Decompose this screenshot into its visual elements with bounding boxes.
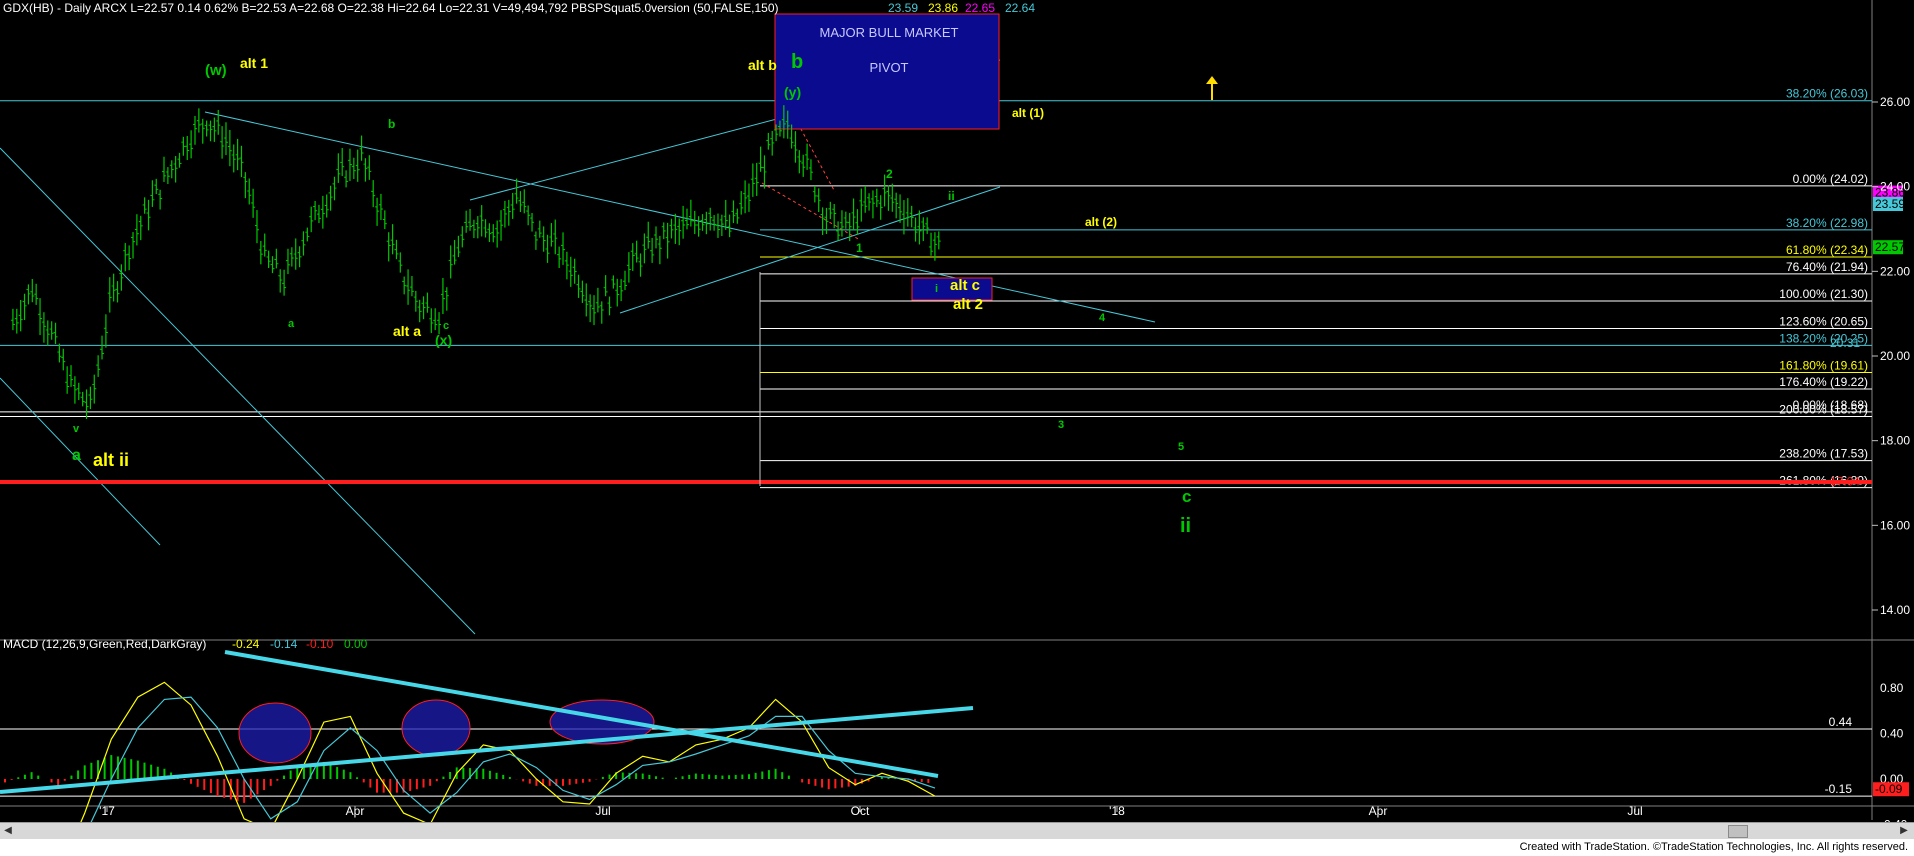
price-tick-label: 20.00 <box>1880 349 1910 363</box>
wave-label: a <box>288 318 295 330</box>
wave-label: b <box>791 51 803 73</box>
wave-label: 1 <box>856 241 863 255</box>
macd-legend-4: 0.00 <box>344 637 368 651</box>
wave-label: alt 1 <box>240 55 268 71</box>
macd-ellipse-2 <box>401 699 471 757</box>
date-tick-label: Jul <box>595 804 610 818</box>
date-tick-label: '17 <box>99 804 115 818</box>
wave-label: 3 <box>1058 419 1064 431</box>
wave-label: (w) <box>205 62 227 79</box>
box-label-pivot: PIVOT <box>869 60 908 75</box>
price-tick-label: 18.00 <box>1880 434 1910 448</box>
chart-header: GDX(HB) - Daily ARCX L=22.57 0.14 0.62% … <box>3 1 779 15</box>
wave-label: 5 <box>1178 441 1184 453</box>
wave-label: alt a <box>393 323 421 339</box>
price-tick-label: 14.00 <box>1880 603 1910 617</box>
fib-level-label: 238.20% (17.53) <box>1779 447 1868 461</box>
svg-text:23.59: 23.59 <box>1875 197 1905 211</box>
svg-text:17.04: 17.04 <box>1830 474 1860 488</box>
header-value-3: 22.65 <box>965 1 995 15</box>
price-tick-label: 26.00 <box>1880 95 1910 109</box>
macd-legend-2: -0.14 <box>270 637 298 651</box>
fib-level-label: 76.40% (21.94) <box>1786 260 1868 274</box>
date-tick-label: '18 <box>1109 804 1125 818</box>
fib-level-label: 123.60% (20.65) <box>1779 314 1868 328</box>
header-value-4: 22.64 <box>1005 1 1035 15</box>
wave-label: alt b <box>748 57 777 73</box>
wave-label: alt ii <box>93 450 129 470</box>
price-tag: 17.04 <box>1830 474 1860 488</box>
wave-label: ii <box>1180 515 1191 537</box>
fib-level-label: 38.20% (22.98) <box>1786 216 1868 230</box>
macd-level-label: 0.44 <box>1829 715 1853 729</box>
fib-level-label: 176.40% (19.22) <box>1779 375 1868 389</box>
header-value-1: 23.59 <box>888 1 918 15</box>
fib-level-label: 161.80% (19.61) <box>1779 359 1868 373</box>
horizontal-scrollbar[interactable]: ◀ ▶ <box>0 822 1914 840</box>
price-tag: 20.31 <box>1830 336 1860 350</box>
wave-label: alt c <box>950 277 980 294</box>
price-tick-label: 22.00 <box>1880 264 1910 278</box>
price-axis: 26.00 24.00 22.00 20.00 18.00 16.00 14.00 <box>1872 95 1910 617</box>
price-tick-label: 24.00 <box>1880 180 1910 194</box>
gdx-daily-chart: 38.20% (26.03) 0.00% (24.02) 38.20% (22.98… <box>0 0 1914 856</box>
date-tick-label: Jul <box>1627 804 1642 818</box>
box-label-major: MAJOR BULL MARKET <box>820 25 959 40</box>
macd-trendlines <box>0 650 974 794</box>
price-tick-label: 16.00 <box>1880 518 1910 532</box>
fib-level-label: 0.00% (24.02) <box>1793 172 1868 186</box>
header-value-2: 23.86 <box>928 1 958 15</box>
date-tick-label: Apr <box>1369 804 1388 818</box>
date-tick-label: Oct <box>851 804 870 818</box>
wave-label: alt (1) <box>1012 106 1044 120</box>
wave-label: c <box>1182 487 1191 506</box>
fib-level-label: 200.00% (18.57) <box>1779 403 1868 417</box>
wave-label: 4 <box>1099 312 1106 324</box>
price-tag: 22.57 <box>1873 240 1905 255</box>
wave-label: v <box>73 423 80 435</box>
fib-level-label: 38.20% (26.03) <box>1786 87 1868 101</box>
svg-text:-0.09: -0.09 <box>1875 782 1903 796</box>
svg-text:22.57: 22.57 <box>1875 240 1905 254</box>
macd-legend-3: -0.10 <box>306 637 334 651</box>
wave-label: ii <box>948 189 955 203</box>
scrollbar-thumb[interactable] <box>1728 825 1748 838</box>
wave-label: i <box>935 283 938 295</box>
svg-text:20.31: 20.31 <box>1830 336 1860 350</box>
scroll-left-icon[interactable]: ◀ <box>2 825 14 837</box>
macd-tick-label: 0.40 <box>1880 727 1904 741</box>
wave-label: b <box>388 117 395 131</box>
date-tick-label: Apr <box>346 804 365 818</box>
wave-label: (x) <box>435 332 452 348</box>
wave-label: a <box>72 447 81 464</box>
macd-level-label: -0.15 <box>1825 782 1853 796</box>
macd-falling-trendline <box>224 650 939 778</box>
footer-credit: Created with TradeStation. ©TradeStation… <box>1519 841 1908 853</box>
macd-ellipse-1 <box>238 702 312 764</box>
macd-tick-label: 0.80 <box>1880 681 1904 695</box>
wave-label: alt 2 <box>953 296 983 313</box>
wave-label: c <box>443 320 449 332</box>
macd-rising-trendline <box>0 706 974 794</box>
scroll-right-icon[interactable]: ▶ <box>1898 825 1910 837</box>
fib-level-label: 100.00% (21.30) <box>1779 287 1868 301</box>
macd-legend-1: -0.24 <box>232 637 260 651</box>
fib-level-label: 61.80% (22.34) <box>1786 243 1868 257</box>
wave-label: (y) <box>784 84 801 100</box>
wave-label: alt (2) <box>1085 215 1117 229</box>
macd-title: MACD (12,26,9,Green,Red,DarkGray) <box>3 637 206 651</box>
wave-label: 2 <box>886 167 893 181</box>
price-tag: 23.59 <box>1873 197 1905 212</box>
